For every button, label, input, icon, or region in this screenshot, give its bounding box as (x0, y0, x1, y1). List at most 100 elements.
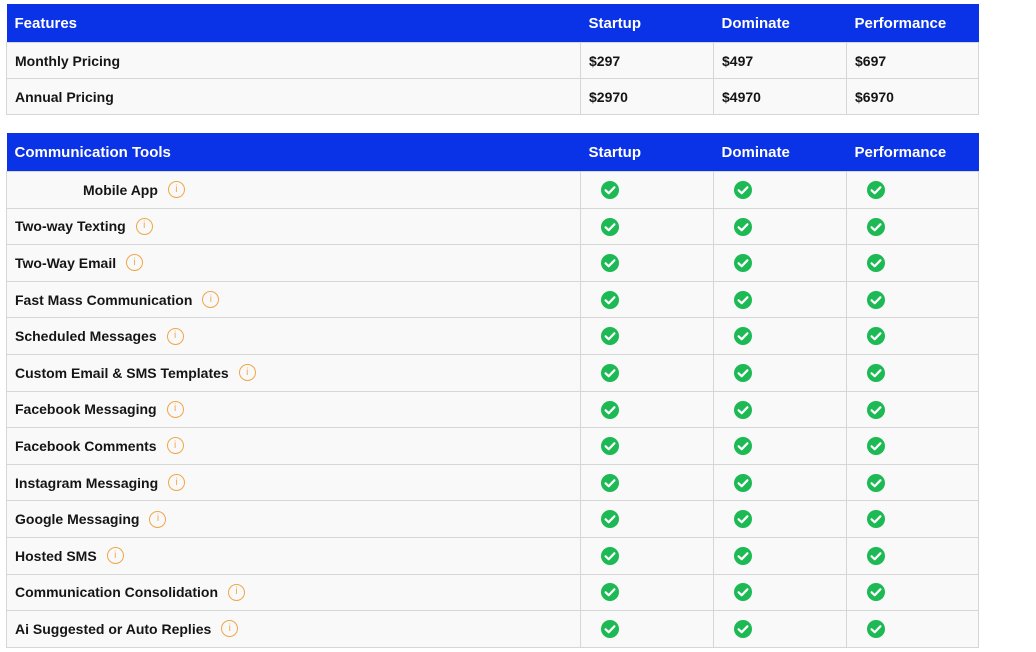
feature-label: Communication Consolidation (15, 584, 218, 601)
info-icon[interactable]: i (126, 254, 144, 272)
included-performance (846, 573, 979, 612)
info-icon[interactable]: i (135, 217, 153, 235)
feature-label-wrap: Facebook Comments i (15, 437, 184, 455)
check-icon (867, 217, 885, 236)
header-performance: Performance (846, 133, 979, 172)
info-icon[interactable]: i (166, 437, 184, 455)
included-performance (846, 610, 979, 648)
header-startup: Startup (580, 4, 714, 43)
included-startup (580, 536, 714, 575)
price-dominate: $497 (713, 42, 847, 79)
included-performance (846, 427, 979, 465)
price-dominate: $4970 (713, 78, 847, 115)
check-icon (601, 400, 619, 419)
info-icon[interactable]: i (166, 327, 184, 345)
check-icon (734, 620, 752, 639)
table-row: Communication Consolidation i (6, 573, 979, 612)
feature-cell: Instagram Messaging i (6, 463, 581, 502)
included-startup (580, 500, 714, 538)
feature-label: Google Messaging (15, 511, 140, 528)
feature-cell: Fast Mass Communication i (6, 280, 581, 319)
row-label: Annual Pricing (6, 78, 581, 115)
check-icon (867, 400, 885, 419)
info-icon[interactable]: i (149, 510, 167, 528)
check-icon (601, 363, 619, 382)
feature-cell: Two-way Texting i (6, 207, 581, 246)
check-icon (601, 473, 619, 492)
table-row: Monthly Pricing $297 $497 $697 (6, 42, 979, 79)
price-startup: $297 (580, 42, 714, 79)
info-icon[interactable]: i (166, 400, 184, 418)
feature-label: Fast Mass Communication (15, 291, 193, 308)
included-startup (580, 244, 714, 282)
info-icon[interactable]: i (228, 583, 245, 601)
included-performance (846, 390, 979, 429)
check-icon (867, 290, 885, 309)
included-startup (580, 610, 714, 648)
check-icon (734, 217, 752, 236)
included-startup (580, 317, 714, 355)
included-startup (580, 207, 714, 246)
included-startup (580, 427, 714, 465)
included-startup (580, 280, 714, 319)
table-row: Ai Suggested or Auto Replies i (6, 610, 979, 648)
check-icon (601, 620, 619, 639)
feature-label: Two-way Texting (15, 218, 126, 235)
table-row: Mobile App i (6, 171, 979, 209)
feature-cell: Mobile App i (6, 171, 581, 209)
feature-label-wrap: Mobile App i (15, 181, 185, 199)
info-icon[interactable]: i (106, 547, 124, 565)
feature-cell: Google Messaging i (6, 500, 581, 538)
feature-label-wrap: Custom Email & SMS Templates i (15, 364, 256, 382)
included-performance (846, 244, 979, 282)
check-icon (867, 327, 885, 346)
included-performance (846, 317, 979, 355)
feature-label: Scheduled Messages (15, 328, 157, 345)
check-icon (601, 254, 619, 273)
feature-label-wrap: Two-way Texting i (15, 217, 153, 235)
check-icon (734, 437, 752, 456)
feature-cell: Two-Way Email i (6, 244, 581, 282)
check-icon (601, 437, 619, 456)
feature-label: Two-Way Email (15, 254, 117, 271)
feature-label-wrap: Google Messaging i (15, 510, 167, 528)
check-icon (601, 546, 619, 565)
feature-label: Ai Suggested or Auto Replies (15, 620, 212, 637)
feature-label-wrap: Fast Mass Communication i (15, 291, 220, 309)
header-dominate: Dominate (713, 133, 847, 172)
table-row: Instagram Messaging i (6, 463, 979, 502)
info-icon[interactable]: i (167, 181, 185, 199)
info-icon[interactable]: i (168, 474, 186, 492)
feature-label-wrap: Two-Way Email i (15, 254, 144, 272)
feature-label-wrap: Instagram Messaging i (15, 474, 186, 492)
check-icon (867, 620, 885, 639)
check-icon (601, 327, 619, 346)
check-icon (867, 254, 885, 273)
feature-cell: Hosted SMS i (6, 536, 581, 575)
info-icon[interactable]: i (238, 364, 256, 382)
feature-label-wrap: Scheduled Messages i (15, 327, 184, 345)
included-dominate (713, 390, 847, 429)
price-performance: $6970 (846, 78, 979, 115)
table-row: Facebook Messaging i (6, 390, 979, 429)
feature-cell: Scheduled Messages i (6, 317, 581, 355)
header-dominate: Dominate (713, 4, 847, 43)
communication-header-row: Communication Tools Startup Dominate Per… (6, 133, 979, 172)
table-row: Annual Pricing $2970 $4970 $6970 (6, 78, 979, 115)
feature-label: Custom Email & SMS Templates (15, 364, 229, 381)
info-icon[interactable]: i (221, 620, 239, 638)
included-performance (846, 207, 979, 246)
feature-cell: Facebook Comments i (6, 427, 581, 465)
included-dominate (713, 500, 847, 538)
included-dominate (713, 463, 847, 502)
check-icon (867, 180, 885, 199)
price-performance: $697 (846, 42, 979, 79)
check-icon (734, 363, 752, 382)
check-icon (734, 290, 752, 309)
info-icon[interactable]: i (202, 291, 220, 309)
feature-cell: Communication Consolidation i (6, 573, 581, 612)
check-icon (867, 437, 885, 456)
check-icon (734, 546, 752, 565)
header-performance: Performance (846, 4, 979, 43)
check-icon (734, 400, 752, 419)
